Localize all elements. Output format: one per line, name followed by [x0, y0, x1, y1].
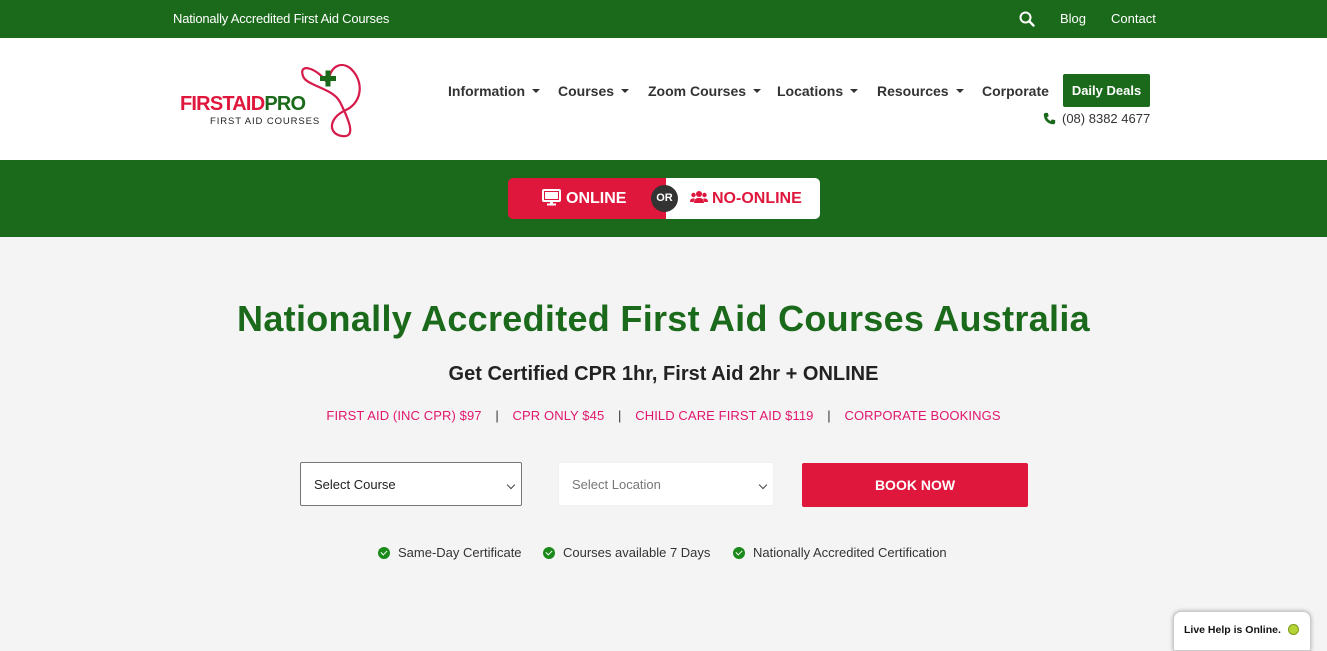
chevron-down-icon [621, 89, 630, 93]
chevron-down-icon [758, 480, 768, 490]
separator: | [618, 408, 622, 423]
online-toggle-button[interactable]: ONLINE [508, 178, 666, 219]
phone-icon [1043, 112, 1056, 125]
live-help-widget[interactable]: Live Help is Online. [1173, 611, 1311, 651]
feature-item: Same-Day Certificate [378, 545, 522, 560]
chevron-down-icon [532, 89, 540, 93]
nav-courses[interactable]: Courses [558, 83, 630, 99]
separator: | [495, 408, 499, 423]
monitor-icon [542, 189, 561, 206]
online-label: ONLINE [566, 190, 627, 207]
logo-wordmark: FIRSTAIDPRO [180, 93, 306, 115]
hero-subtitle: Get Certified CPR 1hr, First Aid 2hr + O… [448, 363, 879, 385]
site-header: FIRSTAIDPRO FIRST AID COURSES Informatio… [0, 38, 1327, 160]
book-now-button[interactable]: BOOK NOW [802, 463, 1028, 507]
live-help-label: Live Help is Online. [1184, 624, 1281, 636]
price-link-cpr[interactable]: CPR ONLY $45 [513, 408, 605, 423]
separator: | [827, 408, 831, 423]
site-logo[interactable]: FIRSTAIDPRO FIRST AID COURSES [178, 60, 368, 140]
or-badge: OR [651, 185, 678, 212]
chevron-down-icon [506, 480, 516, 490]
phone-link[interactable]: (08) 8382 4677 [1043, 111, 1150, 126]
location-select-value: Select Location [572, 477, 661, 492]
course-select-value: Select Course [314, 477, 396, 492]
no-online-toggle-button[interactable]: NO-ONLINE [666, 178, 820, 219]
feature-item: Nationally Accredited Certification [733, 545, 947, 560]
mode-band: ONLINE NO-ONLINE OR [0, 160, 1327, 237]
check-circle-icon [543, 547, 555, 559]
price-link-child-care[interactable]: CHILD CARE FIRST AID $119 [635, 408, 813, 423]
price-links: FIRST AID (INC CPR) $97 | CPR ONLY $45 |… [0, 408, 1327, 423]
nav-corporate[interactable]: Corporate [982, 83, 1049, 99]
chevron-down-icon [850, 89, 859, 93]
price-link-first-aid[interactable]: FIRST AID (INC CPR) $97 [326, 408, 481, 423]
nav-resources[interactable]: Resources [877, 83, 964, 99]
top-bar-tagline: Nationally Accredited First Aid Courses [173, 11, 390, 26]
top-bar: Nationally Accredited First Aid Courses … [0, 0, 1327, 38]
price-link-corporate[interactable]: CORPORATE BOOKINGS [844, 408, 1000, 423]
course-select[interactable]: Select Course [300, 462, 522, 506]
chevron-down-icon [955, 89, 964, 93]
feature-item: Courses available 7 Days [543, 545, 710, 560]
hero-title: Nationally Accredited First Aid Courses … [237, 298, 1090, 339]
location-select[interactable]: Select Location [558, 462, 774, 506]
nav-zoom-courses[interactable]: Zoom Courses [648, 83, 762, 99]
daily-deals-button[interactable]: Daily Deals [1063, 74, 1150, 107]
nav-locations[interactable]: Locations [777, 83, 859, 99]
phone-number: (08) 8382 4677 [1062, 111, 1151, 126]
logo-subtitle: FIRST AID COURSES [210, 116, 321, 127]
blog-link[interactable]: Blog [1060, 11, 1086, 26]
check-circle-icon [378, 547, 390, 559]
check-circle-icon [733, 547, 745, 559]
no-online-label: NO-ONLINE [712, 190, 802, 207]
search-icon[interactable] [1019, 11, 1035, 27]
online-status-icon [1288, 624, 1299, 635]
nav-information[interactable]: Information [448, 83, 540, 99]
chevron-down-icon [753, 89, 762, 93]
contact-link[interactable]: Contact [1111, 11, 1156, 26]
users-icon [690, 191, 708, 203]
